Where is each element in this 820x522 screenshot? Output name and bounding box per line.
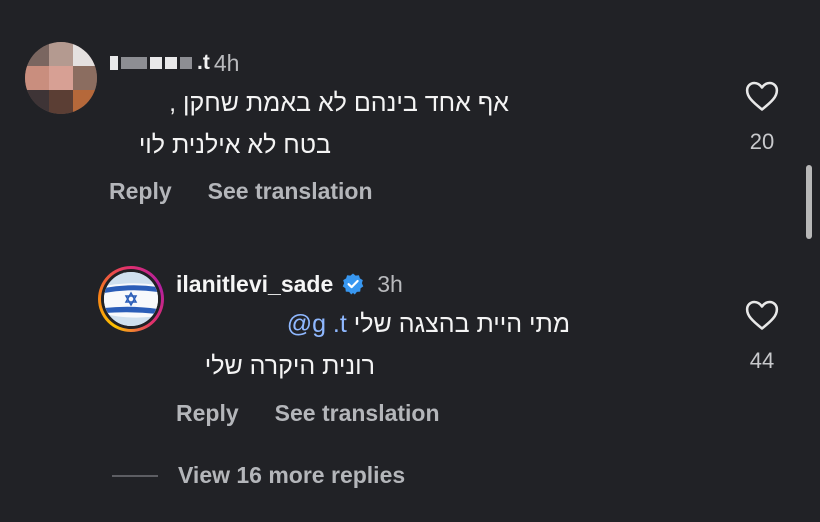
see-translation-button[interactable]: See translation	[275, 400, 440, 427]
reply-avatar[interactable]	[98, 266, 164, 332]
view-more-replies[interactable]: View 16 more replies	[112, 462, 405, 489]
reply-text-line-2: רונית היקרה שלי	[204, 352, 375, 380]
reply-like: 44	[738, 299, 786, 374]
comment-like: 20	[738, 80, 786, 155]
reply-username[interactable]: ilanitlevi_sade	[176, 271, 333, 298]
view-more-replies-label[interactable]: View 16 more replies	[178, 462, 405, 489]
scrollbar[interactable]	[806, 165, 812, 239]
verified-badge-icon	[342, 273, 364, 295]
like-count: 44	[749, 348, 775, 373]
comments-screen: .t 4h אף אחד בינהם לא באמת שחקן , בטח לא…	[0, 0, 820, 522]
comment-actions: Reply See translation	[109, 178, 373, 205]
username-mask	[110, 56, 118, 70]
divider-line	[112, 474, 158, 477]
mention-link[interactable]: @g .t	[287, 310, 347, 338]
reply-header: ilanitlevi_sade 3h	[176, 268, 403, 300]
heart-outline-icon[interactable]	[745, 80, 779, 112]
reply-actions: Reply See translation	[176, 400, 440, 427]
comment-time: 4h	[213, 49, 240, 76]
heart-outline-icon[interactable]	[745, 299, 779, 331]
username-mask	[121, 57, 147, 69]
username-mask	[150, 57, 162, 69]
username-visible-fragment: .t	[197, 51, 210, 74]
username-mask	[180, 57, 192, 69]
comment-text-line-1: אף אחד בינהם לא באמת שחקן ,	[169, 89, 509, 117]
reply-button[interactable]: Reply	[176, 400, 239, 427]
comment-text-line-2: בטח לא אילנית לוי	[138, 131, 331, 159]
commenter-avatar[interactable]	[25, 42, 97, 114]
israel-flag-icon	[104, 272, 158, 326]
see-translation-button[interactable]: See translation	[208, 178, 373, 205]
like-count: 20	[749, 129, 775, 154]
reply-text: מתי היית בהצגה שלי	[353, 310, 570, 338]
reply-text-line-1: מתי היית בהצגה שלי @g .t	[287, 303, 570, 345]
commenter-username[interactable]: .t 4h	[110, 49, 240, 76]
reply-time: 3h	[377, 270, 403, 297]
username-mask	[165, 57, 177, 69]
reply-button[interactable]: Reply	[109, 178, 172, 205]
